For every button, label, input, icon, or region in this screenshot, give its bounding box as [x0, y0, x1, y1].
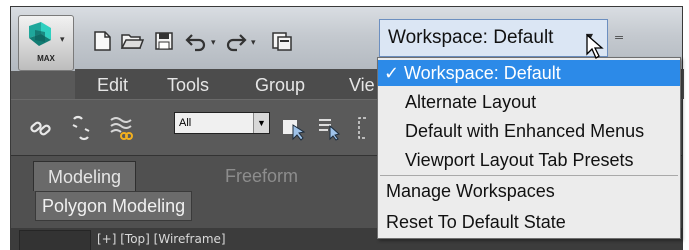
max-label: MAX — [37, 54, 55, 63]
selection-filter-dropdown[interactable]: All ▼ — [174, 112, 270, 134]
redo-dropdown-icon[interactable]: ▾ — [251, 37, 256, 48]
check-icon: ✓ — [384, 63, 400, 83]
bind-to-space-warp-icon[interactable] — [107, 114, 135, 142]
menu-item-tools[interactable]: Tools — [167, 75, 209, 96]
workspace-selector[interactable]: Workspace: Default ▾ — [379, 19, 608, 57]
menu-item-label: Reset To Default State — [386, 212, 566, 232]
project-folder-icon[interactable] — [269, 29, 295, 53]
menu-item-edit[interactable]: Edit — [97, 75, 128, 96]
menu-item-workspace-default[interactable]: ✓ Workspace: Default — [378, 60, 680, 86]
menu-separator — [380, 175, 678, 176]
polygon-modeling-label: Polygon Modeling — [42, 196, 186, 216]
polygon-modeling-panel[interactable]: Polygon Modeling — [35, 191, 193, 221]
max-logo-icon — [29, 22, 51, 46]
menu-item-label: Default with Enhanced Menus — [405, 121, 645, 141]
region-select-icon[interactable] — [355, 114, 369, 142]
undo-icon[interactable] — [183, 29, 209, 53]
tab-modeling-label: Modeling — [48, 167, 122, 187]
chevron-down-icon: ▼ — [253, 113, 269, 133]
tab-freeform-label: Freeform — [225, 166, 299, 186]
save-icon[interactable] — [151, 29, 177, 53]
menu-item-label: Manage Workspaces — [386, 181, 555, 201]
menu-item-label: Alternate Layout — [405, 92, 537, 112]
redo-icon[interactable] — [223, 29, 249, 53]
unlink-selection-icon[interactable] — [67, 114, 95, 142]
workspace-dropdown-menu: ✓ Workspace: Default Alternate Layout Def… — [377, 57, 681, 239]
selection-filter-value: All — [179, 117, 192, 129]
workspace-selector-value: Workspace: Default — [388, 27, 554, 48]
menu-item-enhanced-menus[interactable]: Default with Enhanced Menus — [378, 118, 680, 144]
tab-modeling[interactable]: Modeling — [33, 161, 137, 191]
select-by-name-icon[interactable] — [315, 114, 343, 142]
menu-item-viewport-layout-presets[interactable]: Viewport Layout Tab Presets — [378, 147, 680, 173]
select-object-icon[interactable] — [279, 114, 307, 142]
mouse-cursor-icon — [586, 34, 604, 59]
menu-item-alternate-layout[interactable]: Alternate Layout — [378, 89, 680, 115]
select-and-link-icon[interactable] — [27, 114, 55, 142]
menu-item-label: Workspace: Default — [404, 63, 561, 83]
menu-item-views[interactable]: Vie — [349, 75, 375, 96]
application-button[interactable]: ▾ MAX — [18, 15, 74, 71]
menu-item-label: Viewport Layout Tab Presets — [405, 150, 634, 170]
undo-dropdown-icon[interactable]: ▾ — [211, 37, 216, 48]
menu-item-manage-workspaces[interactable]: Manage Workspaces — [378, 178, 680, 204]
chevron-down-icon: ▾ — [60, 34, 65, 44]
customize-toolbar-icon[interactable]: ═ — [611, 25, 627, 51]
open-folder-icon[interactable] — [119, 29, 145, 53]
viewport-label[interactable]: [+] [Top] [Wireframe] — [97, 232, 226, 246]
tab-freeform[interactable]: Freeform — [211, 161, 312, 191]
viewport-layout-tab[interactable] — [19, 230, 91, 250]
menu-item-reset-default[interactable]: Reset To Default State — [378, 209, 680, 235]
menu-item-group[interactable]: Group — [255, 75, 305, 96]
new-file-icon[interactable] — [89, 29, 115, 53]
